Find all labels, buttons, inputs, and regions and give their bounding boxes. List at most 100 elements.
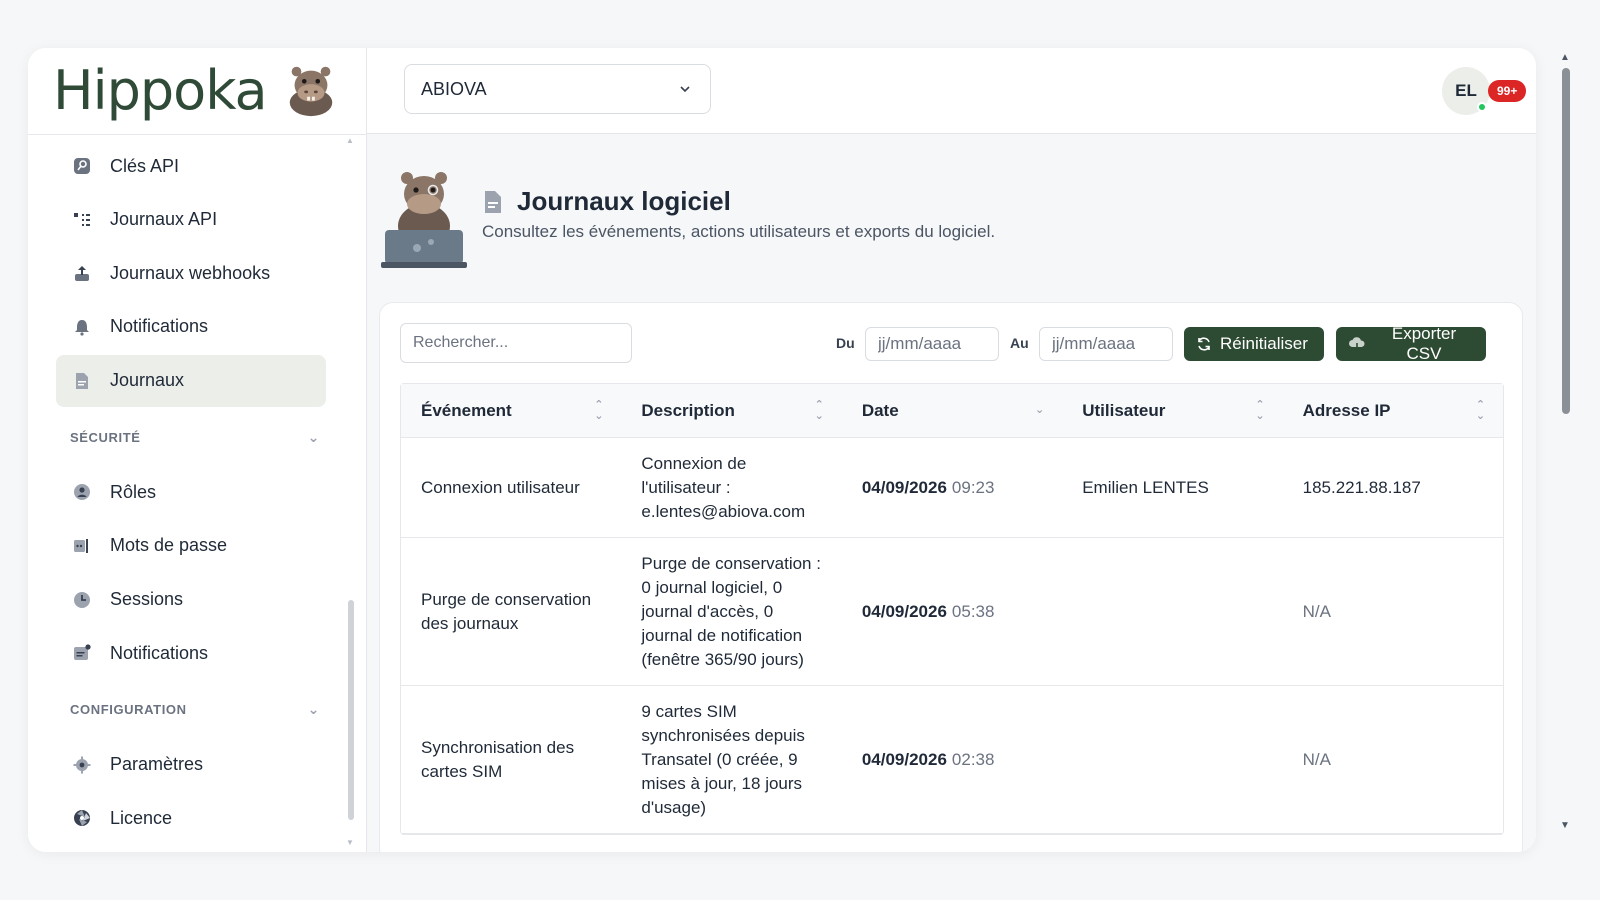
cell-date-day: 04/09/2026 [861,477,947,497]
sidebar-item-webhook-logs[interactable]: Journaux webhooks [56,247,326,299]
chevron-down-icon [680,86,690,93]
gear-icon [72,755,92,775]
sort-desc-icon: ⌄ [1035,404,1045,416]
sort-icon: ⌃ ⌄ [1255,398,1265,422]
date-from-label: Du [836,335,855,351]
section-security-header[interactable]: SÉCURITÉ ⌄ [56,408,326,466]
cell-event: Connexion utilisateur [421,477,580,497]
sidebar-item-label: Mots de passe [110,535,228,556]
sidebar-item-label: Licence [110,807,173,828]
logs-card: Du Au Réinitialiser Exporter CSV Événeme… [379,302,1523,852]
aperture-icon [72,808,92,828]
column-header-date[interactable]: Date ⌄ [842,384,1062,437]
search-input[interactable] [400,323,632,363]
notification-badge[interactable]: 99+ [1488,80,1527,102]
page-title: Journaux logiciel [481,186,731,217]
sidebar-item-label: Notifications [110,316,209,337]
key-icon [72,156,92,176]
sidebar-scrollbar[interactable] [348,600,354,820]
sidebar: Hippoka Clés API Journaux API Journaux w… [28,48,367,852]
sidebar-item-api-keys[interactable]: Clés API [56,140,326,192]
cell-event: Purge de conservation des journaux [421,589,592,633]
column-title: Date [861,400,899,420]
sidebar-item-passwords[interactable]: Mots de passe [56,520,326,572]
hippo-logo-icon [289,66,333,117]
sidebar-scroll-down-icon[interactable]: ▼ [346,838,354,847]
cell-date: 04/09/2026 02:38 [842,686,1062,833]
sidebar-item-label: Notifications [110,642,209,663]
page-scroll-up-icon[interactable]: ▲ [1560,52,1570,63]
sort-icon: ⌃ ⌄ [594,398,604,422]
date-to-input[interactable] [1039,327,1173,361]
column-header-description[interactable]: Description ⌃ ⌄ [621,384,841,437]
sidebar-item-api-logs[interactable]: Journaux API [56,194,326,246]
bell-icon [72,317,92,337]
cell-description: Purge de conservation : 0 journal logici… [641,553,821,669]
sidebar-item-label: Paramètres [110,754,204,775]
cell-date-time: 02:38 [951,749,995,769]
table-row[interactable]: Synchronisation des cartes SIM 9 cartes … [401,686,1503,834]
page-title-text: Journaux logiciel [517,186,731,216]
main-content: Journaux logiciel Consultez les événemen… [367,134,1536,852]
cell-ip: 185.221.88.187 [1302,477,1421,497]
cell-description: 9 cartes SIM synchronisées depuis Transa… [641,701,805,817]
cell-date-time: 05:38 [951,601,995,621]
online-status-indicator [1477,102,1487,112]
sidebar-item-security-notifications[interactable]: Notifications [56,627,326,679]
column-header-ip[interactable]: Adresse IP ⌃ ⌄ [1283,384,1503,437]
cell-event: Synchronisation des cartes SIM [421,737,575,781]
cell-date-time: 09:23 [951,477,995,497]
cell-user: Emilien LENTES [1082,477,1209,497]
page-scroll-down-icon[interactable]: ▼ [1560,820,1570,831]
sort-icon: ⌃ ⌄ [1475,398,1486,422]
column-header-user[interactable]: Utilisateur ⌃ ⌄ [1062,384,1282,437]
section-title: SÉCURITÉ [70,429,141,445]
cell-date: 04/09/2026 09:23 [842,438,1062,537]
chevron-down-icon: ⌄ [307,428,320,445]
sidebar-scroll-up-icon[interactable]: ▲ [346,136,354,145]
column-title: Utilisateur [1082,400,1166,420]
sidebar-item-sessions[interactable]: Sessions [56,574,326,626]
cloud-download-icon [1348,336,1366,352]
page-scrollbar[interactable] [1562,68,1570,414]
reset-button[interactable]: Réinitialiser [1184,327,1324,361]
table-row[interactable]: Connexion utilisateur Connexion de l'uti… [401,438,1503,538]
logo-area[interactable]: Hippoka [28,48,366,135]
table-row[interactable]: Purge de conservation des journaux Purge… [401,538,1503,686]
date-from-input[interactable] [865,327,999,361]
section-title: CONFIGURATION [70,702,187,718]
sidebar-item-roles[interactable]: Rôles [56,466,326,518]
topbar: ABIOVA EL 99+ [367,48,1536,134]
sidebar-item-label: Journaux [110,370,185,391]
sort-icon: ⌃ ⌄ [814,398,824,422]
notification-card-icon [72,643,92,663]
refresh-icon [1196,336,1212,352]
hippo-mascot-laptop-icon [381,172,467,268]
sidebar-item-logs[interactable]: Journaux [56,354,326,407]
sidebar-item-license[interactable]: Licence [56,792,326,844]
reset-button-label: Réinitialiser [1220,334,1308,353]
organization-select[interactable]: ABIOVA [404,64,711,114]
page-subtitle: Consultez les événements, actions utilis… [482,222,996,241]
export-csv-label: Exporter CSV [1391,324,1457,363]
sidebar-nav: Clés API Journaux API Journaux webhooks … [56,140,326,846]
table-header: Événement ⌃ ⌄ Description ⌃ ⌄ Date ⌄ Utilisat… [401,384,1503,438]
column-header-event[interactable]: Événement ⌃ ⌄ [401,384,621,437]
section-configuration-header[interactable]: CONFIGURATION ⌄ [56,681,326,739]
column-title: Événement [421,400,512,420]
cell-user [1062,686,1282,833]
user-circle-icon [72,482,92,502]
list-tree-icon [72,210,92,230]
sidebar-item-settings[interactable]: Paramètres [56,739,326,791]
sidebar-item-label: Clés API [110,155,180,176]
cell-user [1062,538,1282,685]
password-icon [72,536,92,556]
export-csv-button[interactable]: Exporter CSV [1336,324,1486,363]
avatar-initials: EL [1455,81,1477,100]
cell-ip: N/A [1302,749,1331,769]
sidebar-item-notifications[interactable]: Notifications [56,301,326,353]
sidebar-item-label: Sessions [110,589,184,610]
cell-date-day: 04/09/2026 [861,601,947,621]
date-to-label: Au [1010,335,1029,351]
document-icon [485,190,501,213]
